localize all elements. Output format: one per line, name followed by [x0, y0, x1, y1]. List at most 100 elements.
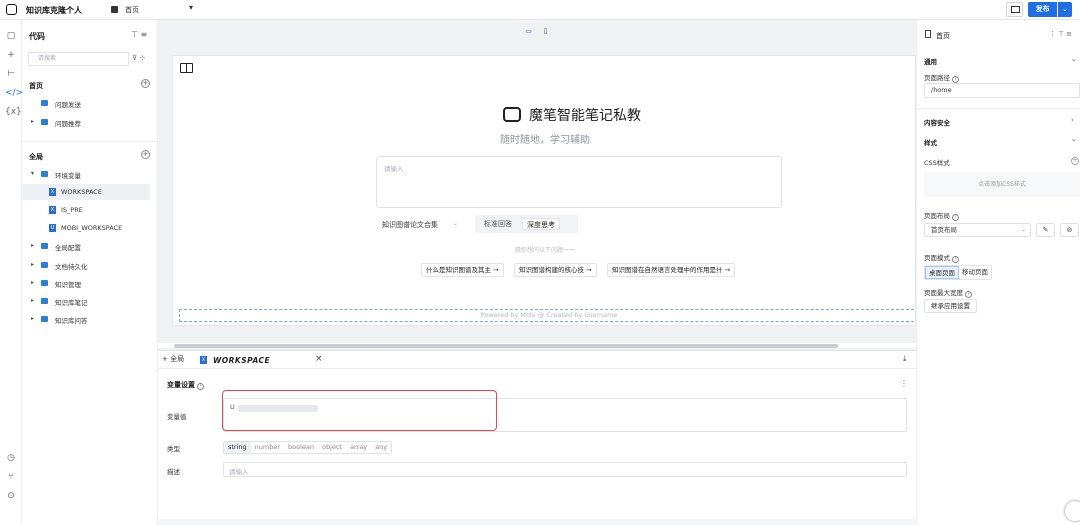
- tree-item[interactable]: ▸ 全局配置: [22, 238, 150, 254]
- history-icon[interactable]: ◷: [5, 452, 17, 464]
- folder-icon: [41, 262, 48, 268]
- tab-workspace[interactable]: X WORKSPACE ×: [200, 352, 323, 368]
- section-home: 首页 +: [22, 77, 158, 92]
- tree-label: IS_PRE: [61, 206, 83, 214]
- max-width-label: 页面最大宽度?: [924, 287, 972, 298]
- tree-item[interactable]: U MOBI_WORKSPACE: [22, 220, 150, 236]
- tree-label: 问题发送: [55, 101, 81, 109]
- add-circle-icon[interactable]: +: [1071, 157, 1079, 165]
- css-label: CSS样式: [924, 159, 950, 167]
- add-circle-icon[interactable]: +: [141, 150, 150, 159]
- answer-mode-toggle: 标准回答 深度思考: [475, 215, 578, 233]
- book-icon[interactable]: [180, 63, 193, 73]
- settings-icon[interactable]: ⊙: [5, 490, 17, 502]
- chevron-down-icon[interactable]: ⌄: [1071, 135, 1077, 143]
- divider: [22, 141, 158, 142]
- tree-icon[interactable]: ⊢: [5, 68, 17, 80]
- chevron-right-icon: ▸: [31, 261, 35, 268]
- help-icon[interactable]: ?: [952, 76, 959, 83]
- inherit-settings-button[interactable]: 继承应用设置: [924, 299, 977, 313]
- variables-icon[interactable]: {x}: [5, 106, 22, 118]
- tree-item[interactable]: ▾ 环境变量: [22, 166, 150, 182]
- chevron-down-icon[interactable]: ⌄: [1071, 55, 1077, 63]
- general-section[interactable]: 通用: [924, 56, 937, 66]
- assistant-fab[interactable]: [1064, 500, 1080, 522]
- input-placeholder: 请输入: [384, 165, 404, 173]
- variable-icon: X: [200, 356, 207, 364]
- folder-icon: [41, 171, 48, 177]
- path-label-text: 页面路径: [924, 74, 950, 82]
- filter-icon[interactable]: ⊽ ⊹: [132, 54, 145, 62]
- divider: [917, 108, 1080, 109]
- tree-item[interactable]: 问题发送: [22, 95, 150, 111]
- tree-label: 全局配置: [55, 244, 81, 252]
- branch-icon[interactable]: ⑂: [5, 471, 17, 483]
- add-css-button[interactable]: 点击添加CSS样式: [924, 172, 1080, 197]
- suggestion-chip[interactable]: 知识图谱在自然语言处理中的作用是什 →: [607, 263, 736, 277]
- type-boolean[interactable]: boolean: [284, 442, 318, 453]
- layout-select[interactable]: 首页布局 ⌄: [924, 223, 1031, 237]
- collapse-icon[interactable]: ⤓: [903, 354, 907, 364]
- help-icon[interactable]: ?: [952, 256, 959, 263]
- help-icon[interactable]: ?: [965, 291, 972, 298]
- description-placeholder: 请输入: [229, 468, 249, 476]
- add-circle-icon[interactable]: +: [141, 79, 150, 88]
- mode-standard[interactable]: 标准回答: [480, 218, 516, 230]
- tree-item[interactable]: ▸ 文档持久化: [22, 257, 150, 273]
- type-object[interactable]: object: [318, 442, 346, 453]
- panel-tools-icon[interactable]: ⋮⊤≡: [1049, 30, 1074, 38]
- tree-item[interactable]: ▸ 知识库笔记: [22, 293, 150, 309]
- chevron-right-icon[interactable]: ›: [1071, 116, 1074, 124]
- close-icon[interactable]: ×: [315, 354, 323, 364]
- tree-item[interactable]: ▸ 知识管理: [22, 275, 150, 291]
- link-icon[interactable]: ⊘: [1060, 223, 1079, 237]
- tree-item[interactable]: X IS_PRE: [22, 202, 150, 218]
- mode-desktop[interactable]: 桌面页面: [925, 266, 959, 279]
- value-label: 变量值: [167, 413, 187, 421]
- publish-dropdown-button[interactable]: ⌄: [1058, 2, 1072, 17]
- description-input[interactable]: 请输入: [223, 462, 907, 477]
- more-icon[interactable]: ⋮: [900, 379, 908, 388]
- panel-pin-icon[interactable]: ⊤ ≡: [131, 30, 147, 39]
- type-array[interactable]: array: [346, 442, 371, 453]
- page-icon: [925, 30, 931, 38]
- scrollbar-thumb[interactable]: [174, 344, 838, 348]
- left-rail: ▢ + ⊢ </> {x} ◷ ⑂ ⊙: [0, 20, 23, 525]
- question-input[interactable]: 请输入: [376, 156, 782, 208]
- tree-item-workspace[interactable]: X WORKSPACE: [22, 184, 150, 200]
- type-string[interactable]: string: [224, 442, 251, 453]
- brand-title: 魔笔智能笔记私教: [529, 108, 641, 124]
- page-mode-toggle: 桌面页面 移动页面: [924, 265, 992, 280]
- page-preview: 魔笔智能笔记私教 随时随地，学习辅助 请输入 知识图谱论文合集 ⌄ 标准回答 深…: [172, 55, 919, 326]
- add-icon[interactable]: +: [5, 49, 17, 61]
- tab-global[interactable]: + 全局: [162, 354, 184, 364]
- tree-item[interactable]: ▸ 知识库问答: [22, 311, 150, 327]
- type-any[interactable]: any: [371, 442, 391, 453]
- help-icon[interactable]: ?: [952, 214, 959, 221]
- desktop-view-icon[interactable]: ▭: [524, 27, 533, 36]
- help-icon[interactable]: ?: [197, 383, 204, 390]
- search-input[interactable]: 请搜索: [28, 52, 129, 66]
- folder-icon: [41, 119, 48, 125]
- tree-item[interactable]: ▸ 问题推荐: [22, 114, 150, 130]
- knowledge-base-select[interactable]: 知识图谱论文合集: [382, 220, 438, 230]
- chevron-right-icon: ▸: [31, 315, 35, 322]
- mobile-view-icon[interactable]: ▯: [541, 27, 550, 36]
- pages-icon[interactable]: ▢: [5, 30, 17, 42]
- suggestion-chip[interactable]: 什么是知识图谱及其主 →: [421, 263, 504, 277]
- page-selector[interactable]: 首页 ▾: [111, 3, 201, 16]
- path-input[interactable]: /home: [924, 83, 1080, 98]
- horizontal-scrollbar[interactable]: [158, 343, 916, 348]
- edit-icon[interactable]: ✎: [1036, 223, 1055, 237]
- section-label: 首页: [29, 82, 43, 90]
- content-security-section[interactable]: 内容安全: [924, 117, 950, 127]
- mode-mobile[interactable]: 移动页面: [959, 266, 991, 279]
- preview-device-button[interactable]: [1006, 2, 1023, 17]
- properties-title: 首页: [936, 32, 950, 40]
- type-number[interactable]: number: [251, 442, 284, 453]
- mode-deep-thinking[interactable]: 深度思考: [522, 218, 560, 230]
- style-section[interactable]: 样式: [924, 137, 937, 147]
- publish-button[interactable]: 发布: [1028, 2, 1057, 17]
- suggestion-chip[interactable]: 知识图谱构建的核心技 →: [514, 263, 597, 277]
- code-icon[interactable]: </>: [5, 87, 23, 99]
